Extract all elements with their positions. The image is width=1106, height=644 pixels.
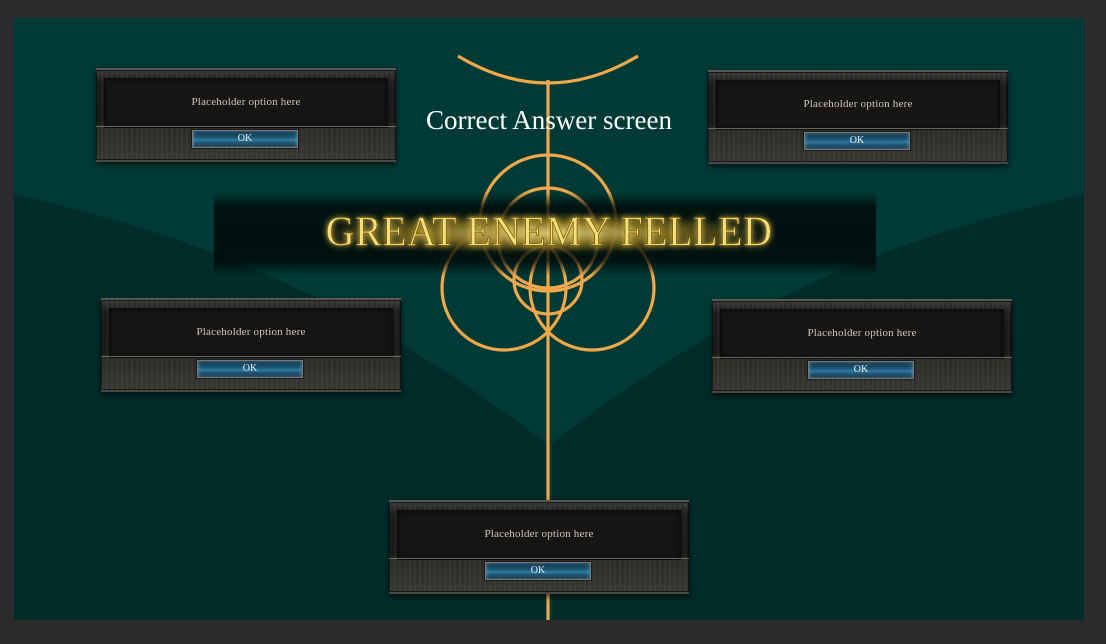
ok-button[interactable]: OK (484, 561, 592, 581)
option-box-top-right: Placeholder option here OK (708, 70, 1008, 164)
ok-button[interactable]: OK (803, 131, 911, 151)
option-text: Placeholder option here (196, 326, 306, 338)
option-text: Placeholder option here (803, 98, 913, 110)
ok-button[interactable]: OK (807, 360, 915, 380)
option-box-middle-left: Placeholder option here OK (101, 298, 401, 392)
option-text: Placeholder option here (191, 96, 301, 108)
option-box-top-left: Placeholder option here OK (96, 68, 396, 162)
ok-button[interactable]: OK (191, 129, 299, 149)
option-text: Placeholder option here (807, 327, 917, 339)
option-box-middle-right: Placeholder option here OK (712, 299, 1012, 393)
option-text: Placeholder option here (484, 528, 594, 540)
game-screen: Correct Answer screen GREAT ENEMY FELLED… (14, 18, 1084, 620)
victory-banner-text: GREAT ENEMY FELLED (325, 207, 773, 256)
ok-button[interactable]: OK (196, 359, 304, 379)
option-box-bottom-center: Placeholder option here OK (389, 500, 689, 594)
